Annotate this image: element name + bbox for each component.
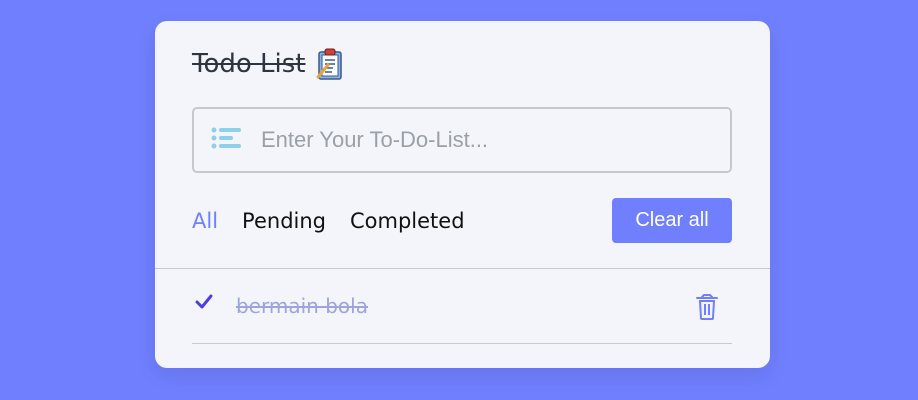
page-title: Todo List <box>192 49 306 79</box>
filter-completed[interactable]: Completed <box>350 209 465 233</box>
task-item: bermain bola <box>192 286 732 344</box>
clipboard-icon <box>316 48 342 80</box>
task-label: bermain bola <box>236 294 368 318</box>
todo-input-wrapper <box>192 107 732 173</box>
trash-icon[interactable] <box>692 292 722 322</box>
checkmark-icon[interactable] <box>194 292 214 312</box>
list-icon <box>211 127 241 154</box>
filter-pending[interactable]: Pending <box>242 209 326 233</box>
clear-all-button[interactable]: Clear all <box>612 198 732 243</box>
title-row: Todo List <box>192 47 346 81</box>
filter-all[interactable]: All <box>192 209 218 233</box>
filter-tabs: All Pending Completed <box>192 209 465 233</box>
todo-input[interactable] <box>261 127 721 153</box>
todo-card: Todo List All Pending Completed Clear <box>155 21 770 368</box>
divider <box>155 268 770 269</box>
